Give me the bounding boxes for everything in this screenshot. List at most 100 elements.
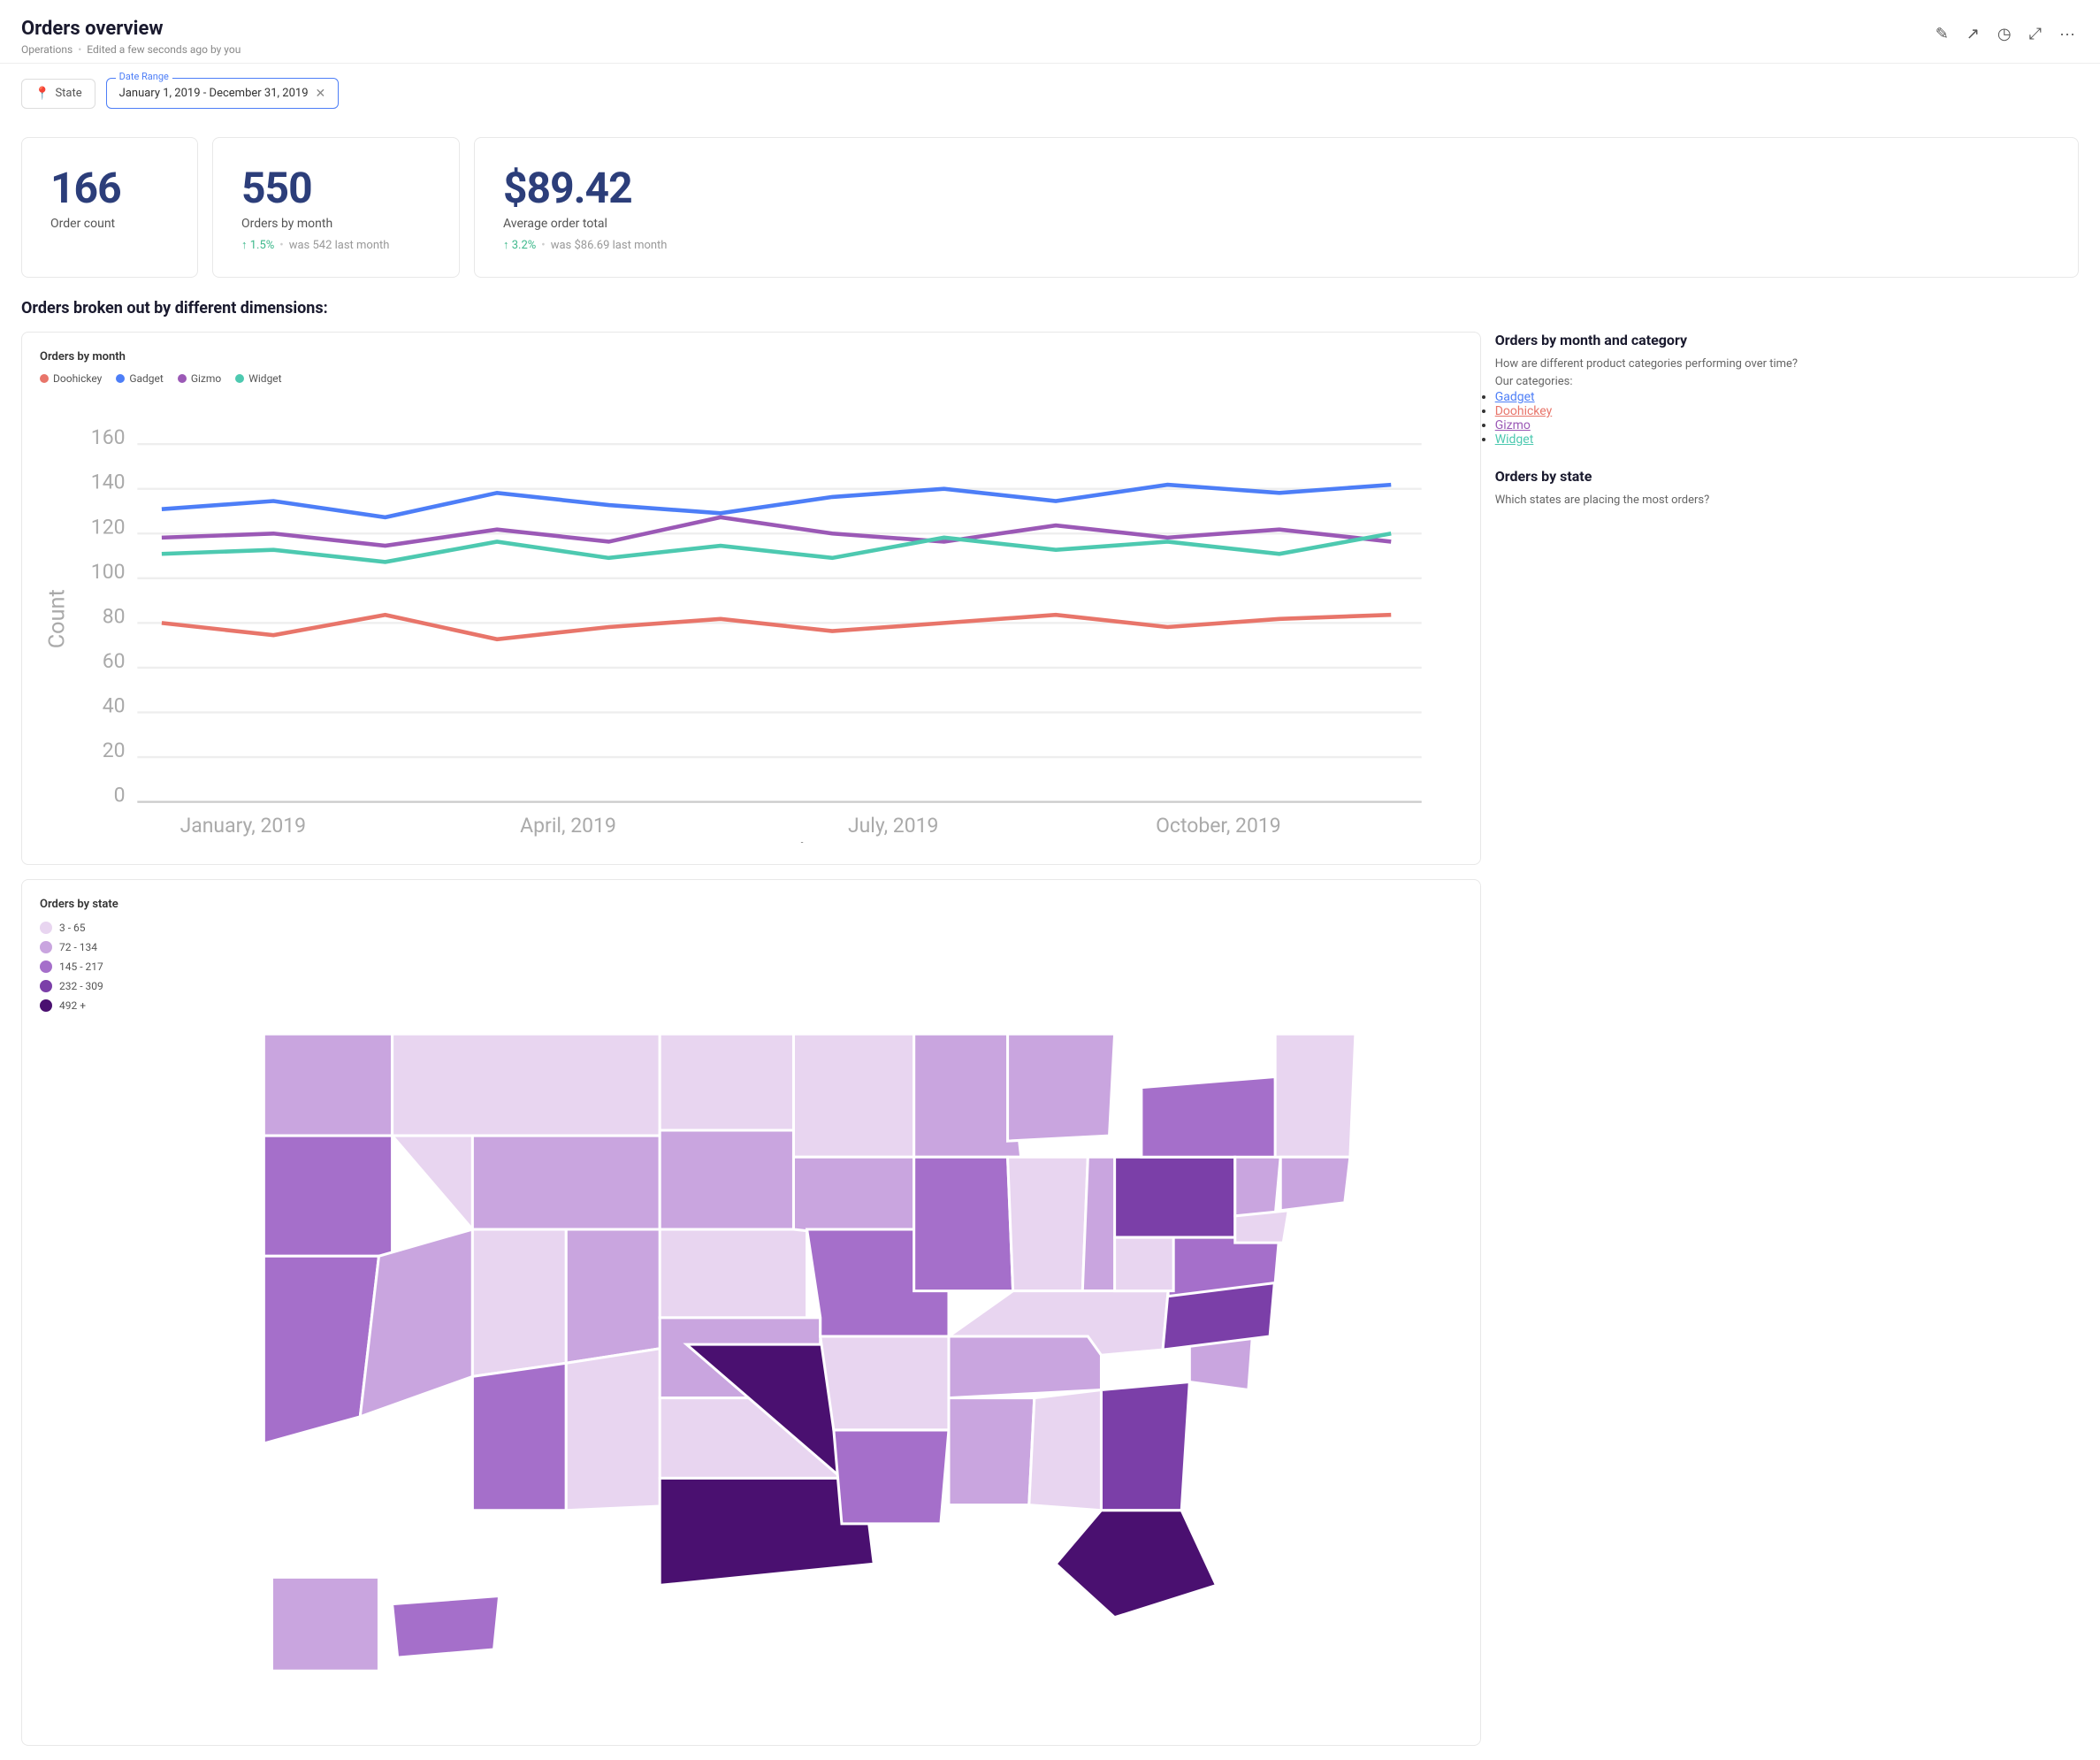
trend-was-avg: was $86.69 last month: [551, 239, 668, 252]
y-axis-label: Count: [45, 589, 71, 648]
state-mi: [1007, 1034, 1114, 1141]
state-section-description: Which states are placing the most orders…: [1495, 492, 2079, 509]
line-chart-card: Orders by month Doohickey Gadget Gizm: [21, 332, 1481, 865]
state-fl: [1056, 1510, 1217, 1617]
kpi-value-avg-order: $89.42: [503, 163, 2050, 213]
state-az: [472, 1363, 566, 1510]
state-md: [1234, 1210, 1288, 1242]
category-widget: Widget: [1495, 432, 2079, 447]
svg-text:July, 2019: July, 2019: [848, 814, 938, 838]
history-button[interactable]: ◷: [1994, 21, 2015, 47]
charts-grid: Orders by month Doohickey Gadget Gizm: [21, 332, 2079, 1746]
line-doohickey: [162, 615, 1391, 639]
kpi-label-avg-order: Average order total: [503, 217, 2050, 231]
pin-icon: 📍: [34, 87, 50, 101]
swatch-5: [40, 999, 52, 1012]
category-gizmo: Gizmo: [1495, 418, 2079, 432]
date-range-filter[interactable]: Date Range January 1, 2019 - December 31…: [106, 78, 340, 109]
state-ak: [271, 1577, 378, 1671]
legend-widget: Widget: [235, 372, 281, 385]
clear-date-button[interactable]: ✕: [316, 86, 326, 101]
kpi-value-orders-month: 550: [241, 163, 431, 213]
categories-description: How are different product categories per…: [1495, 356, 2079, 373]
state-mass: [1280, 1157, 1350, 1211]
trend-arrow-avg: ↑ 3.2%: [503, 238, 536, 252]
legend-doohickey: Doohickey: [40, 372, 102, 385]
swatch-2: [40, 941, 52, 953]
legend-item-3: 145 - 217: [40, 960, 103, 973]
us-map-svg: [125, 922, 1462, 1725]
external-link-button[interactable]: ↗: [1963, 21, 1983, 47]
map-legend: 3 - 65 72 - 134 145 - 217: [40, 922, 103, 1012]
swatch-4: [40, 980, 52, 992]
legend-label-4: 232 - 309: [59, 980, 103, 992]
svg-text:140: 140: [91, 471, 126, 494]
header-left: Orders overview Operations • Edited a fe…: [21, 18, 241, 56]
kpi-label-orders-month: Orders by month: [241, 217, 431, 231]
main-content: 166 Order count 550 Orders by month ↑ 1.…: [0, 123, 2100, 1760]
header-actions: ✎ ↗ ◷ ⤢ ···: [1932, 21, 2079, 47]
categories-info-section: Orders by month and category How are dif…: [1495, 332, 2079, 447]
category-gadget: Gadget: [1495, 390, 2079, 404]
state-ar: [820, 1336, 948, 1430]
legend-label-gizmo: Gizmo: [191, 372, 221, 385]
legend-dot-gizmo: [178, 374, 187, 383]
edit-meta: Edited a few seconds ago by you: [87, 43, 241, 56]
category-link-gadget[interactable]: Gadget: [1495, 390, 1535, 404]
state-or: [263, 1136, 392, 1256]
svg-text:40: 40: [103, 694, 126, 718]
svg-text:100: 100: [91, 560, 126, 584]
line-gizmo: [162, 517, 1391, 546]
kpi-card-order-count: 166 Order count: [21, 137, 198, 278]
legend-dot-gadget: [116, 374, 125, 383]
breadcrumb[interactable]: Operations: [21, 43, 73, 56]
legend-label-1: 3 - 65: [59, 922, 86, 934]
state-ga: [1101, 1381, 1189, 1510]
state-wa: [263, 1034, 392, 1136]
state-il: [913, 1157, 1012, 1290]
state-nj: [1234, 1157, 1279, 1216]
state-pa: [1114, 1157, 1234, 1237]
edit-button[interactable]: ✎: [1932, 21, 1952, 47]
state-ms: [949, 1397, 1035, 1504]
legend-dot-doohickey: [40, 374, 49, 383]
category-link-doohickey[interactable]: Doohickey: [1495, 404, 1553, 418]
legend-item-5: 492 +: [40, 999, 103, 1012]
state-ny: [1142, 1076, 1280, 1167]
line-chart-svg-wrap: Count 0 20 40 60 80 100 120 140 160: [40, 395, 1462, 846]
legend-item-1: 3 - 65: [40, 922, 103, 934]
state-in: [1007, 1157, 1088, 1290]
kpi-trend-orders-month: ↑ 1.5% • was 542 last month: [241, 238, 431, 252]
svg-text:0: 0: [114, 784, 126, 807]
categories-label: Our categories:: [1495, 373, 2079, 391]
line-widget: [162, 533, 1391, 562]
chart-left-column: Orders by month Doohickey Gadget Gizm: [21, 332, 1481, 1746]
more-button[interactable]: ···: [2056, 21, 2079, 47]
svg-text:60: 60: [103, 649, 126, 673]
state-filter[interactable]: 📍 State: [21, 79, 95, 109]
filters-bar: 📍 State Date Range January 1, 2019 - Dec…: [0, 64, 2100, 123]
category-link-widget[interactable]: Widget: [1495, 432, 1534, 447]
state-ne-states: [1275, 1034, 1355, 1157]
expand-button[interactable]: ⤢: [2026, 21, 2045, 47]
chart-legend: Doohickey Gadget Gizmo Widget: [40, 372, 1462, 385]
state-section-title: Orders by state: [1495, 468, 2079, 485]
state-ut: [472, 1229, 566, 1376]
legend-label-2: 72 - 134: [59, 941, 97, 953]
category-link-gizmo[interactable]: Gizmo: [1495, 418, 1531, 432]
swatch-3: [40, 960, 52, 973]
state-ne: [660, 1229, 806, 1318]
legend-item-2: 72 - 134: [40, 941, 103, 953]
svg-text:120: 120: [91, 515, 126, 539]
state-nd: [660, 1034, 793, 1136]
date-range-label: Date Range: [116, 71, 172, 82]
line-chart-svg: Count 0 20 40 60 80 100 120 140 160: [40, 395, 1462, 843]
svg-text:April, 2019: April, 2019: [520, 814, 616, 838]
legend-label-widget: Widget: [248, 372, 281, 385]
state-al: [1029, 1389, 1102, 1510]
state-filter-label: State: [55, 87, 81, 100]
state-la: [834, 1430, 949, 1524]
trend-was: was 542 last month: [289, 239, 390, 252]
state-sd: [660, 1130, 793, 1229]
categories-title: Orders by month and category: [1495, 332, 2079, 348]
